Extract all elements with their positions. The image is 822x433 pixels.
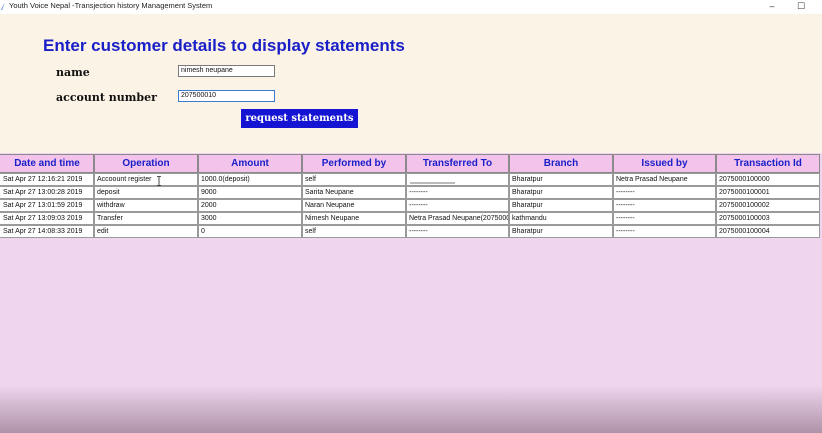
customer-form-panel: Enter customer details to display statem… [0, 14, 822, 153]
table-cell[interactable]: Bharatpur [509, 199, 613, 212]
table-cell[interactable]: 2000 [198, 199, 302, 212]
table-cell[interactable]: Transfer [94, 212, 198, 225]
table-cell[interactable]: -------- [406, 199, 509, 212]
column-header-issued-by: Issued by [613, 154, 716, 173]
table-cell[interactable]: Sat Apr 27 12:16:21 2019 [0, 173, 94, 186]
bottom-shade [0, 385, 822, 433]
table-cell[interactable]: deposit [94, 186, 198, 199]
table-cell[interactable]: -------- [613, 225, 716, 238]
table-cell[interactable]: Sat Apr 27 13:00:28 2019 [0, 186, 94, 199]
table-cell[interactable]: 9000 [198, 186, 302, 199]
table-cell[interactable]: withdraw [94, 199, 198, 212]
table-cell[interactable]: -------- [613, 186, 716, 199]
table-cell[interactable]: self [302, 225, 406, 238]
table-cell[interactable]: 2075000100003 [716, 212, 820, 225]
name-input[interactable]: nimesh neupane [178, 65, 275, 77]
column-header-transaction-id: Transaction Id [716, 154, 820, 173]
empty-underline [410, 182, 455, 184]
table-cell[interactable]: self [302, 173, 406, 186]
text-cursor-icon [157, 176, 161, 186]
table-cell[interactable]: Netra Prasad Neupane(2075000 [406, 212, 509, 225]
table-cell[interactable] [406, 173, 509, 186]
table-cell[interactable]: 1000.0(deposit) [198, 173, 302, 186]
table-cell[interactable]: Bharatpur [509, 173, 613, 186]
request-statements-button[interactable]: request statements [241, 109, 358, 128]
column-header-date-time: Date and time [0, 154, 94, 173]
column-header-branch: Branch [509, 154, 613, 173]
account-number-input[interactable]: 207500010 [178, 90, 275, 102]
table-cell[interactable]: Sarita Neupane [302, 186, 406, 199]
window-title: Youth Voice Nepal -Transjection history … [9, 1, 213, 10]
table-cell[interactable]: Sat Apr 27 14:08:33 2019 [0, 225, 94, 238]
table-cell[interactable]: 0 [198, 225, 302, 238]
minimize-button[interactable]: – [762, 0, 782, 14]
table-cell[interactable]: 2075000100004 [716, 225, 820, 238]
page-heading: Enter customer details to display statem… [43, 36, 405, 55]
table-cell[interactable]: 2075000100002 [716, 199, 820, 212]
table-cell[interactable]: Bharatpur [509, 225, 613, 238]
table-cell[interactable]: Accoount register [94, 173, 198, 186]
account-number-label: account number [56, 91, 157, 104]
name-label: name [56, 66, 90, 79]
table-cell[interactable]: Netra Prasad Neupane [613, 173, 716, 186]
table-cell[interactable]: Sat Apr 27 13:01:59 2019 [0, 199, 94, 212]
table-cell[interactable]: Bharatpur [509, 186, 613, 199]
table-cell[interactable]: -------- [406, 186, 509, 199]
table-cell[interactable]: 2075000100001 [716, 186, 820, 199]
table-cell[interactable]: Naran Neupane [302, 199, 406, 212]
table-cell[interactable]: 2075000100000 [716, 173, 820, 186]
table-cell[interactable]: kathmandu [509, 212, 613, 225]
table-cell[interactable]: -------- [613, 199, 716, 212]
column-header-performed-by: Performed by [302, 154, 406, 173]
column-header-amount: Amount [198, 154, 302, 173]
table-cell[interactable]: Sat Apr 27 13:09:03 2019 [0, 212, 94, 225]
title-bar: Youth Voice Nepal -Transjection history … [0, 0, 822, 14]
feather-icon [1, 2, 5, 10]
table-cell[interactable]: -------- [613, 212, 716, 225]
maximize-button[interactable]: ☐ [791, 0, 811, 14]
table-cell[interactable]: edit [94, 225, 198, 238]
column-header-operation: Operation [94, 154, 198, 173]
table-cell[interactable]: Nimesh Neupane [302, 212, 406, 225]
table-cell[interactable]: 3000 [198, 212, 302, 225]
table-cell[interactable]: -------- [406, 225, 509, 238]
column-header-transferred-to: Transferred To [406, 154, 509, 173]
